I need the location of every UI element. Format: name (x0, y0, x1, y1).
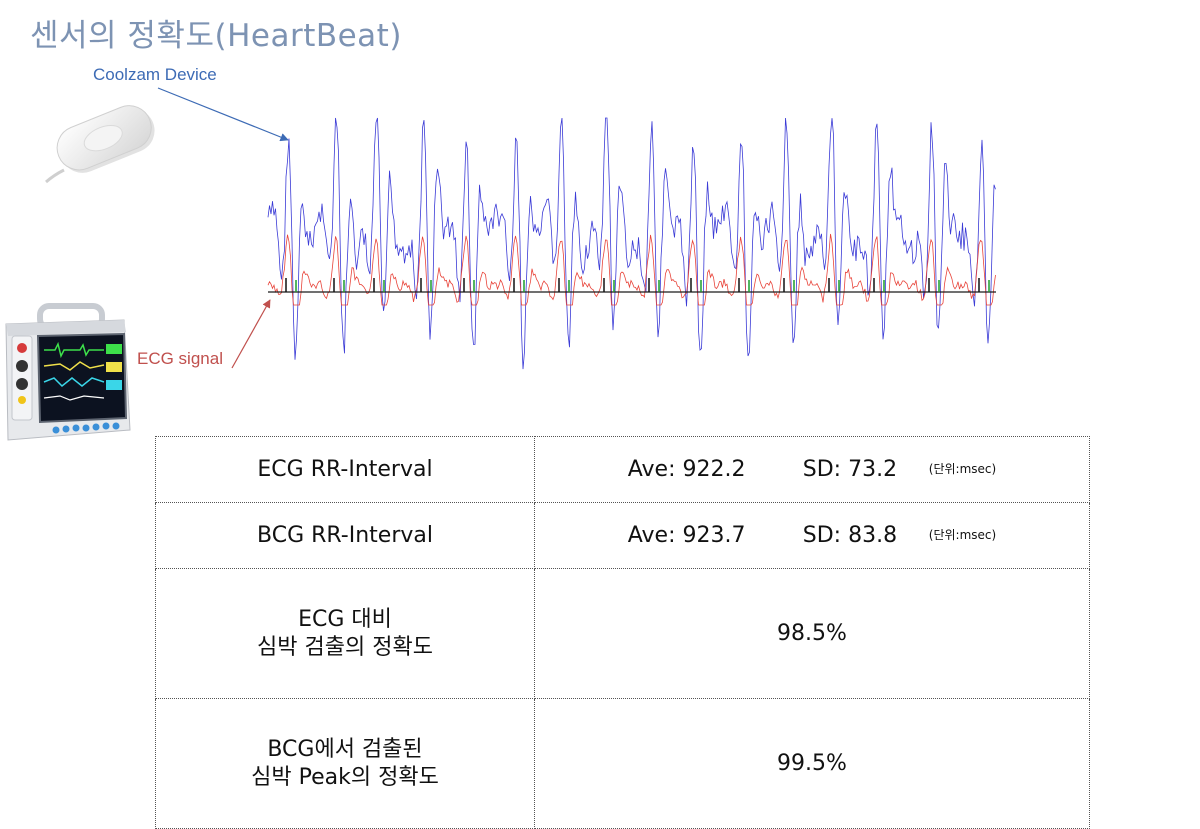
table-row: BCG RR-Interval Ave: 923.7 SD: 83.8 (단위:ms… (155, 502, 1090, 570)
row-value: Ave: 922.2 SD: 73.2 (단위:msec) (534, 435, 1090, 504)
row-value: 99.5% (534, 698, 1090, 829)
accuracy-table: ECG RR-Interval Ave: 922.2 SD: 73.2 (단위:ms… (155, 435, 1090, 829)
row-value: Ave: 923.7 SD: 83.8 (단위:msec) (534, 502, 1090, 570)
heartbeat-signal-plot (157, 87, 996, 370)
device-callout-arrow (157, 87, 289, 142)
table-row: ECG 대비 심박 검출의 정확도 98.5% (155, 568, 1090, 700)
unit-label: (단위:msec) (928, 528, 997, 543)
ecg-callout-arrow (231, 299, 271, 369)
table-row: ECG RR-Interval Ave: 922.2 SD: 73.2 (단위:ms… (155, 435, 1090, 504)
sd-value: SD: 73.2 (802, 456, 898, 482)
ave-value: Ave: 923.7 (627, 522, 746, 548)
row-label: ECG RR-Interval (155, 435, 535, 504)
row-value: 98.5% (534, 568, 1090, 700)
ecg-signal-trace (267, 233, 996, 306)
ave-value: Ave: 922.2 (627, 456, 746, 482)
row-label: ECG 대비 심박 검출의 정확도 (155, 568, 535, 700)
row-label: BCG에서 검출된 심박 Peak의 정확도 (155, 698, 535, 829)
unit-label: (단위:msec) (928, 462, 997, 477)
row-label: BCG RR-Interval (155, 502, 535, 570)
sd-value: SD: 83.8 (802, 522, 898, 548)
row-label-line1: BCG에서 검출된 (267, 737, 423, 763)
row-label-line2: 심박 Peak의 정확도 (251, 764, 439, 790)
row-label-line2: 심박 검출의 정확도 (257, 634, 433, 660)
row-label-line1: ECG 대비 (298, 607, 392, 633)
table-row: BCG에서 검출된 심박 Peak의 정확도 99.5% (155, 698, 1090, 829)
